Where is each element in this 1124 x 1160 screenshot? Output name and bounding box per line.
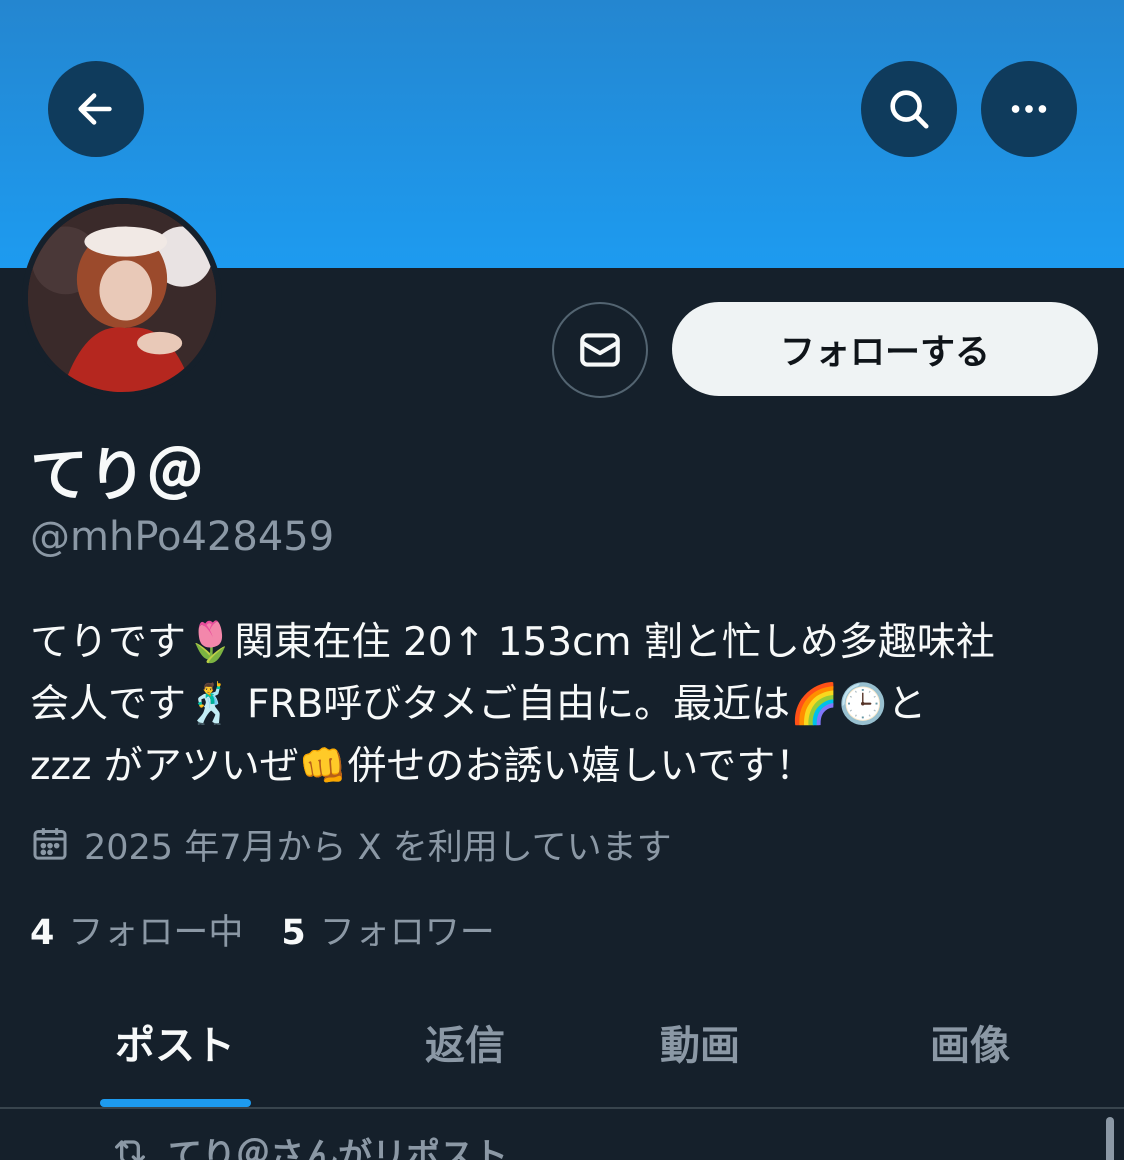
- followers-count: 5: [281, 912, 306, 953]
- join-date-text: 2025 年7月から X を利用しています: [84, 827, 672, 868]
- follow-button[interactable]: フォローする: [672, 302, 1098, 396]
- display-name: てり＠: [30, 441, 205, 509]
- profile-bio: てりです🌷関東在住 20↑ 153cm 割と忙しめ多趣味社 会人です🕺 FRB呼…: [30, 612, 1094, 798]
- more-horizontal-icon: [1011, 105, 1047, 113]
- tab-videos[interactable]: 動画: [625, 1010, 775, 1074]
- following-label: フォロー中: [68, 912, 244, 953]
- bio-line: てりです🌷関東在住 20↑ 153cm 割と忙しめ多趣味社: [30, 620, 995, 665]
- tab-divider: [0, 1107, 1124, 1109]
- avatar-image: [28, 204, 216, 392]
- follow-stats: 4 フォロー中 5 フォロワー: [30, 904, 495, 954]
- active-tab-indicator: [100, 1099, 251, 1107]
- repost-icon: [115, 1140, 145, 1160]
- mail-icon: [580, 333, 620, 367]
- search-icon: [890, 90, 929, 129]
- followers-link[interactable]: 5 フォロワー: [281, 904, 494, 955]
- calendar-icon: [33, 828, 67, 860]
- search-button[interactable]: [861, 61, 957, 157]
- repost-label: てり＠さんがリポスト: [168, 1135, 508, 1160]
- tab-posts[interactable]: ポスト: [80, 1010, 270, 1074]
- followers-label: フォロワー: [319, 912, 495, 953]
- arrow-left-icon: [78, 93, 112, 125]
- following-count: 4: [30, 912, 55, 953]
- bio-line: 会人です🕺 FRB呼びタメご自由に。最近は🌈🕒と: [30, 682, 927, 727]
- more-button[interactable]: [981, 61, 1077, 157]
- bio-line: zzz がアツいぜ👊併せのお誘い嬉しいです！: [30, 744, 815, 789]
- join-date: 2025 年7月から X を利用しています: [30, 820, 672, 868]
- tab-replies[interactable]: 返信: [390, 1010, 540, 1074]
- back-button[interactable]: [48, 61, 144, 157]
- message-button[interactable]: [552, 302, 648, 398]
- user-handle: @mhPo428459: [30, 514, 335, 560]
- avatar[interactable]: [22, 198, 222, 398]
- tab-media[interactable]: 画像: [895, 1010, 1045, 1074]
- following-link[interactable]: 4 フォロー中: [30, 904, 243, 955]
- scrollbar[interactable]: [1106, 1117, 1114, 1160]
- repost-context: てり＠さんがリポスト: [110, 1132, 508, 1160]
